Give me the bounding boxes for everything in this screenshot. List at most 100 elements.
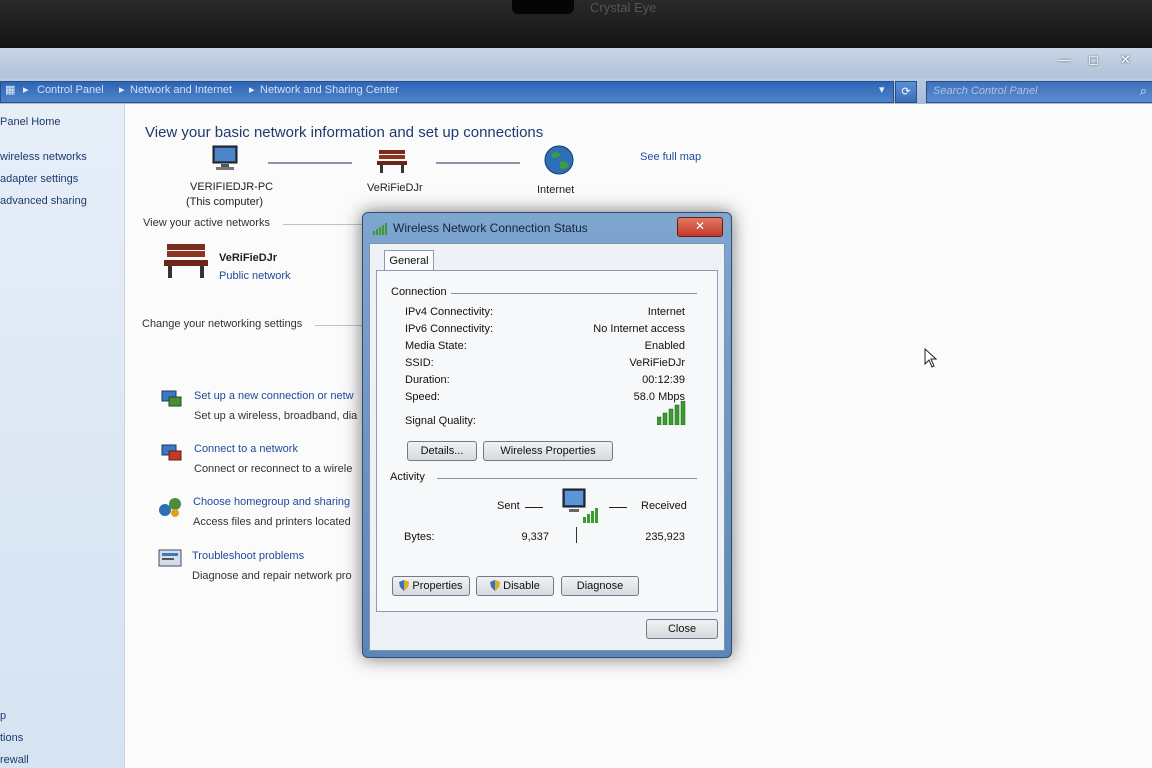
received-label: Received [641,500,687,512]
row-label: SSID: [405,357,434,369]
group-divider [437,478,697,479]
disable-button-label: Disable [503,580,540,592]
properties-button-label: Properties [412,580,463,592]
uac-shield-icon [399,580,410,591]
chevron-right-icon[interactable]: ▸ [249,83,255,96]
close-button[interactable]: Close [646,619,718,639]
activity-line [609,507,627,508]
new-connection-icon [161,390,182,407]
row-value: No Internet access [593,323,685,335]
bytes-sent-value: 9,337 [521,531,549,543]
control-panel-icon: ▦ [5,84,16,96]
row-value: VeRiFieDJr [629,357,685,369]
bench-network-icon [377,150,407,173]
network-type-link[interactable]: Public network [219,270,291,282]
bezel-camera [512,0,574,14]
maximize-button[interactable]: ◻ [1088,52,1099,68]
task-desc: Set up a wireless, broadband, dia [194,410,358,422]
see-full-map-link[interactable]: See full map [640,151,701,163]
breadcrumb-sharing-center[interactable]: Network and Sharing Center [260,84,399,96]
group-divider [451,293,697,294]
address-bar: ▦ ▸ Control Panel ▸ Network and Internet… [0,78,1152,104]
uac-shield-icon [490,580,501,591]
wireless-properties-button[interactable]: Wireless Properties [483,441,613,461]
title-bar: — ◻ ✕ [0,48,1152,78]
breadcrumb-control-panel[interactable]: Control Panel [37,84,104,96]
activity-heading: Activity [390,471,425,483]
row-label: Media State: [405,340,467,352]
section-divider [315,325,363,326]
disable-button[interactable]: Disable [476,576,554,596]
activity-line [525,507,543,508]
breadcrumb-network-internet[interactable]: Network and Internet [130,84,232,96]
details-button[interactable]: Details... [407,441,477,461]
computer-name: VERIFIEDJR-PC [190,181,274,193]
dialog-body: General Connection IPv4 Connectivity: In… [369,243,725,651]
row-label: Duration: [405,374,450,386]
task-link-new-connection[interactable]: Set up a new connection or netw [194,390,354,402]
signal-icon [373,223,387,235]
search-input[interactable]: Search Control Panel ⌕ [926,81,1152,103]
bytes-label: Bytes: [404,531,435,543]
network-activity-icon [562,488,598,523]
bench-network-icon [164,244,208,278]
sidebar-item-home[interactable]: Panel Home [0,116,61,128]
map-link-line [268,162,352,164]
bytes-received-value: 235,923 [645,531,685,543]
properties-button[interactable]: Properties [392,576,470,596]
connection-heading: Connection [391,286,447,298]
task-link-connect[interactable]: Connect to a network [194,443,298,455]
refresh-button[interactable]: ⟳ [895,81,917,103]
map-internet-label: Internet [537,184,575,196]
active-networks-heading: View your active networks [143,217,270,229]
sidebar: Panel Home wireless networks adapter set… [0,104,125,768]
sidebar-item-sharing[interactable]: advanced sharing [0,195,87,207]
search-placeholder: Search Control Panel [933,85,1038,97]
row-value: Enabled [644,340,685,352]
mouse-cursor-icon [924,348,938,368]
sidebar-item-wireless[interactable]: wireless networks [0,151,87,163]
search-icon[interactable]: ⌕ [1140,83,1147,99]
row-label: Speed: [405,391,440,403]
task-desc: Connect or reconnect to a wirele [194,463,353,475]
window-close-button[interactable]: ✕ [1120,52,1131,68]
connect-network-icon [161,444,182,461]
row-value: 00:12:39 [642,374,685,386]
wireless-status-dialog: Wireless Network Connection Status ✕ Gen… [362,212,732,658]
signal-quality-bars [657,401,686,425]
chevron-right-icon[interactable]: ▸ [119,83,125,96]
computer-sub: (This computer) [186,196,264,208]
row-label: IPv4 Connectivity: [405,306,494,318]
sent-label: Sent [497,500,520,512]
bezel-brand-text: Crystal Eye [590,0,657,15]
sidebar-item-see-also-3[interactable]: rewall [0,754,29,766]
settings-heading: Change your networking settings [142,318,303,330]
map-link-line [436,162,520,164]
row-value: Internet [647,306,685,318]
active-network-name: VeRiFieDJr [219,252,278,264]
chevron-right-icon[interactable]: ▸ [23,83,29,96]
sidebar-item-see-also-1[interactable]: p [0,710,6,722]
map-network-name: VeRiFieDJr [367,182,423,194]
address-field[interactable]: ▦ ▸ Control Panel ▸ Network and Internet… [0,81,894,103]
troubleshoot-icon [158,549,182,567]
monitor-bezel: Crystal Eye [0,0,1152,48]
dialog-close-icon[interactable]: ✕ [677,217,723,237]
diagnose-button[interactable]: Diagnose [561,576,639,596]
homegroup-icon [159,498,181,517]
sidebar-item-adapter[interactable]: adapter settings [0,173,78,185]
tab-general[interactable]: General [384,250,434,271]
section-divider [283,224,363,225]
task-link-homegroup[interactable]: Choose homegroup and sharing [193,496,350,508]
computer-icon [212,145,238,170]
globe-icon [544,145,574,175]
minimize-button[interactable]: — [1058,52,1071,67]
chevron-down-icon[interactable]: ▾ [879,83,885,96]
task-link-troubleshoot[interactable]: Troubleshoot problems [192,550,304,562]
signal-quality-label: Signal Quality: [405,415,476,427]
task-desc: Diagnose and repair network pro [192,570,352,582]
row-label: IPv6 Connectivity: [405,323,494,335]
general-panel: Connection IPv4 Connectivity: Internet I… [376,270,718,612]
sidebar-item-see-also-2[interactable]: tions [0,732,23,744]
dialog-title: Wireless Network Connection Status [393,221,588,235]
